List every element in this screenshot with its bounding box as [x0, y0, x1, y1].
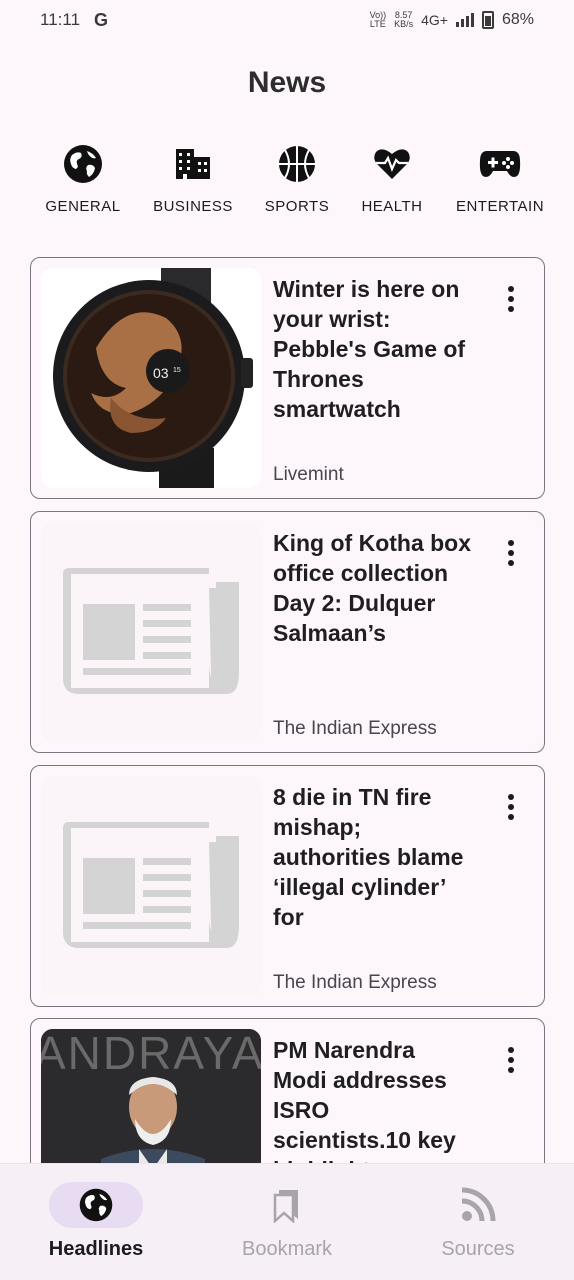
article-headline: 8 die in TN fire mishap; authorities bla…: [273, 784, 464, 930]
smartwatch-photo: 03 15: [53, 268, 253, 488]
network-speed: 8.57 KB/s: [394, 10, 414, 29]
article-thumbnail: 03 15: [41, 268, 261, 488]
nav-label: Sources: [441, 1238, 515, 1260]
nav-sources[interactable]: Sources: [408, 1182, 548, 1261]
rss-icon: [461, 1187, 496, 1222]
google-icon: G: [94, 9, 109, 30]
globe-icon: [79, 1188, 113, 1222]
category-business[interactable]: BUSINESS: [138, 140, 248, 215]
article-source: The Indian Express: [273, 972, 437, 993]
signal-icon: [455, 13, 474, 27]
category-label: GENERAL: [45, 198, 121, 215]
nav-label: Headlines: [48, 1238, 144, 1260]
battery-icon: [481, 11, 494, 29]
category-label: ENTERTAIN: [455, 198, 545, 215]
category-label: HEALTH: [361, 198, 423, 215]
category-bar: GENERAL BUSINESS SPORTS HEALTH ENTERTAIN: [0, 140, 574, 230]
category-label: BUSINESS: [153, 198, 233, 215]
heartbeat-icon: [373, 140, 411, 188]
nav-label: Bookmark: [241, 1238, 333, 1260]
bookmark-icon: [273, 1190, 298, 1223]
article-card[interactable]: 8 die in TN fire mishap; authorities bla…: [30, 765, 545, 1007]
battery-percent: 68%: [501, 11, 534, 28]
nav-headlines[interactable]: Headlines: [26, 1182, 166, 1261]
more-options-icon[interactable]: [508, 540, 514, 566]
nav-pill: [240, 1182, 334, 1228]
basketball-icon: [277, 140, 317, 188]
article-headline: Winter is here on your wrist: Pebble's G…: [273, 276, 466, 422]
page-title: News: [247, 66, 327, 99]
more-options-icon[interactable]: [508, 1047, 514, 1073]
volte-icon: Vo)) LTE: [369, 10, 387, 29]
newspaper-placeholder-icon: [63, 822, 239, 948]
status-bar: 11:11 G Vo)) LTE 8.57 KB/s 4G+ 68%: [0, 0, 574, 40]
article-thumbnail: [41, 776, 261, 996]
network-type: 4G+: [421, 12, 448, 28]
globe-icon: [62, 140, 104, 188]
article-headline: King of Kotha box office collection Day …: [273, 530, 472, 646]
category-entertainment[interactable]: ENTERTAIN: [445, 140, 555, 215]
article-thumbnail: [41, 522, 261, 742]
status-time: 11:11: [40, 10, 81, 29]
more-options-icon[interactable]: [508, 794, 514, 820]
newspaper-placeholder-icon: [63, 568, 239, 694]
bottom-navigation: Headlines Bookmark Sources: [0, 1163, 574, 1280]
gamepad-icon: [479, 140, 521, 188]
article-card[interactable]: 03 15 Winter is here on your wrist: Pebb…: [30, 257, 545, 499]
category-label: SPORTS: [264, 198, 330, 215]
category-sports[interactable]: SPORTS: [242, 140, 352, 215]
building-icon: [174, 140, 212, 188]
more-options-icon[interactable]: [508, 286, 514, 312]
category-general[interactable]: GENERAL: [28, 140, 138, 215]
article-source: Livemint: [273, 464, 344, 485]
nav-pill: [49, 1182, 143, 1228]
nav-pill: [431, 1182, 525, 1228]
nav-bookmark[interactable]: Bookmark: [217, 1182, 357, 1261]
article-card[interactable]: King of Kotha box office collection Day …: [30, 511, 545, 753]
svg-text:03: 03: [153, 365, 169, 381]
category-health[interactable]: HEALTH: [337, 140, 447, 215]
article-source: The Indian Express: [273, 718, 437, 739]
svg-text:15: 15: [173, 367, 181, 374]
svg-text:ANDRAYAAN: ANDRAYAAN: [41, 1029, 261, 1079]
